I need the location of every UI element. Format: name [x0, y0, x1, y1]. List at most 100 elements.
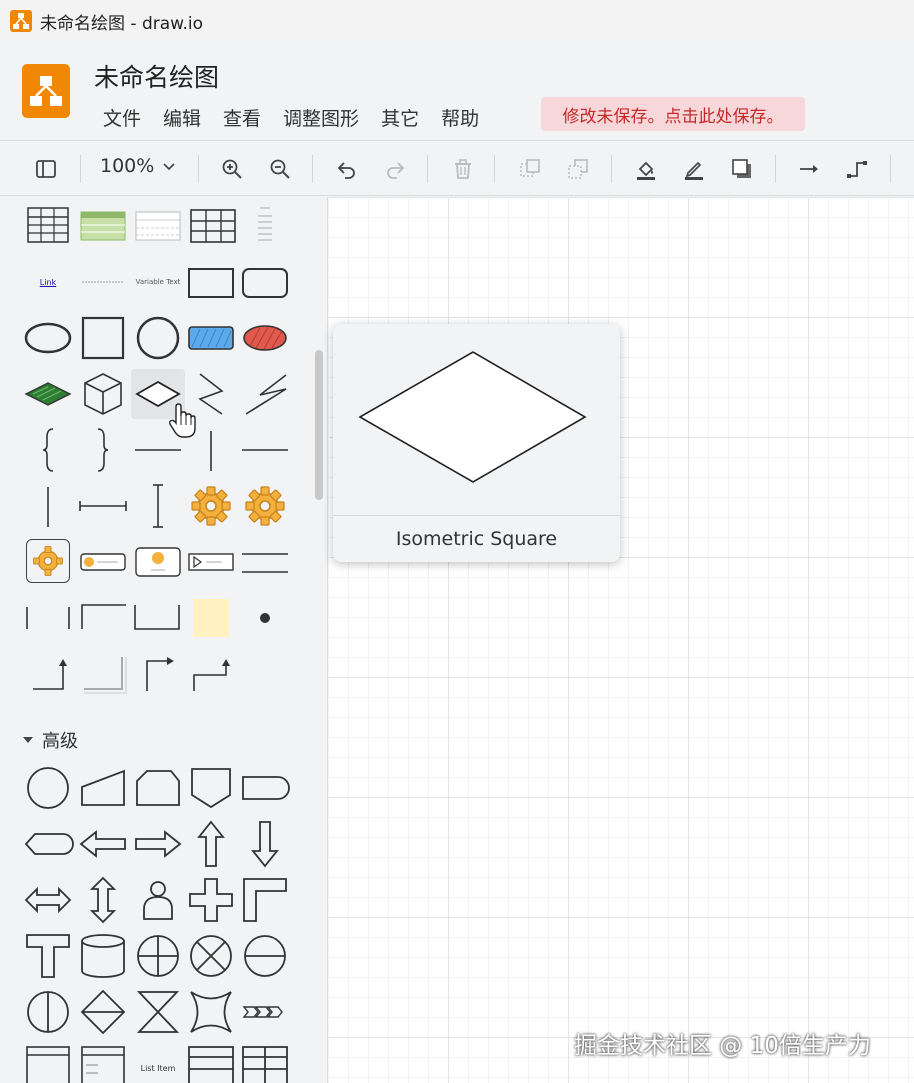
- shape-square[interactable]: [78, 313, 128, 363]
- zoom-dropdown[interactable]: 100%: [100, 155, 176, 177]
- shape-adv-table-columns[interactable]: [240, 1043, 290, 1083]
- shape-list-text[interactable]: [240, 200, 290, 250]
- shape-rectangle[interactable]: [186, 257, 236, 307]
- shape-table[interactable]: [23, 200, 73, 250]
- shape-gear-label[interactable]: [78, 537, 128, 587]
- drawio-app-logo-icon[interactable]: [22, 64, 70, 118]
- shape-point[interactable]: [240, 593, 290, 643]
- link-shape-text: Link: [39, 277, 57, 287]
- format-panel-button[interactable]: [30, 153, 62, 185]
- shape-double-line[interactable]: [240, 537, 290, 587]
- shape-partial-rectangle-top[interactable]: [78, 593, 128, 643]
- shape-sketch-rectangle-blue[interactable]: [186, 313, 236, 363]
- arrow-up-shape-icon: [197, 820, 225, 867]
- shadow-button[interactable]: [726, 153, 758, 185]
- shape-note[interactable]: [186, 593, 236, 643]
- shape-adv-circle-horizontal[interactable]: [240, 931, 290, 981]
- shape-rounded-rectangle[interactable]: [240, 257, 290, 307]
- shape-adv-actor[interactable]: [133, 875, 183, 925]
- shape-adv-arrow-down[interactable]: [240, 819, 290, 869]
- shape-adv-arrow-up[interactable]: [186, 819, 236, 869]
- shape-vertical-line-2[interactable]: [23, 481, 73, 531]
- shape-horizontal-line-2[interactable]: [240, 425, 290, 475]
- shape-right-curly-bracket[interactable]: [78, 425, 128, 475]
- shape-adv-cross[interactable]: [186, 875, 236, 925]
- shape-adv-arrow-vertical[interactable]: [78, 875, 128, 925]
- delete-button[interactable]: [447, 153, 479, 185]
- shape-step-connector[interactable]: [186, 649, 236, 699]
- shape-adv-circle[interactable]: [23, 763, 73, 813]
- shape-small-text[interactable]: [78, 257, 128, 307]
- shape-gear[interactable]: [186, 481, 236, 531]
- menu-view[interactable]: 查看: [212, 100, 272, 135]
- waypoints-button[interactable]: [841, 153, 873, 185]
- zoom-in-button[interactable]: [216, 153, 248, 185]
- shape-adv-list[interactable]: [78, 1043, 128, 1083]
- redo-button[interactable]: [379, 153, 411, 185]
- shape-gear-card[interactable]: [133, 537, 183, 587]
- shape-variable-text[interactable]: Variable Text: [130, 257, 186, 307]
- shape-gear-box[interactable]: [26, 539, 70, 583]
- shape-sketch-ellipse-red[interactable]: [240, 313, 290, 363]
- shape-light-table[interactable]: [133, 200, 183, 250]
- unsaved-changes-notice[interactable]: 修改未保存。点击此处保存。: [541, 97, 805, 131]
- menu-edit[interactable]: 编辑: [152, 100, 212, 135]
- shape-green-table[interactable]: [78, 200, 128, 250]
- shape-adv-arrow-left[interactable]: [78, 819, 128, 869]
- shape-adv-delay[interactable]: [240, 763, 290, 813]
- connection-style-button[interactable]: [793, 153, 825, 185]
- shape-shadow-corner[interactable]: [78, 649, 128, 699]
- sketch-ellipse-red-icon: [243, 325, 287, 351]
- section-advanced-header[interactable]: 高级: [22, 727, 78, 753]
- shape-adv-chevron-chain[interactable]: [240, 987, 290, 1037]
- menu-help[interactable]: 帮助: [430, 100, 490, 135]
- shape-circle[interactable]: [133, 313, 183, 363]
- shape-adv-manual-input[interactable]: [78, 763, 128, 813]
- shape-adv-circle-vertical[interactable]: [23, 987, 73, 1037]
- zoom-out-button[interactable]: [264, 153, 296, 185]
- shape-adv-arrow-horizontal[interactable]: [23, 875, 73, 925]
- shape-green-diamond[interactable]: [23, 369, 73, 419]
- shape-connector-up[interactable]: [23, 649, 73, 699]
- shape-adv-cylinder[interactable]: [78, 931, 128, 981]
- shape-adv-arrow-right[interactable]: [133, 819, 183, 869]
- to-back-button[interactable]: [562, 153, 594, 185]
- document-title[interactable]: 未命名绘图: [94, 58, 219, 94]
- shape-play-label[interactable]: [186, 537, 236, 587]
- zoom-in-icon: [222, 159, 242, 179]
- shape-partial-rectangle-bottom[interactable]: [133, 593, 183, 643]
- shape-isometric-edge[interactable]: [240, 369, 290, 419]
- shape-partial-rectangle-sides[interactable]: [23, 593, 73, 643]
- shape-gear-2[interactable]: [240, 481, 290, 531]
- menu-extras[interactable]: 其它: [370, 100, 430, 135]
- fill-color-button[interactable]: [630, 153, 662, 185]
- shape-adv-collate[interactable]: [133, 987, 183, 1037]
- menu-arrange[interactable]: 调整图形: [272, 100, 370, 135]
- line-color-button[interactable]: [678, 153, 710, 185]
- shape-ellipse[interactable]: [23, 313, 73, 363]
- shape-horizontal-dimension[interactable]: [78, 481, 128, 531]
- shape-adv-corner[interactable]: [240, 875, 290, 925]
- sidebar-scrollbar[interactable]: [315, 350, 323, 500]
- undo-button[interactable]: [331, 153, 363, 185]
- menu-file[interactable]: 文件: [92, 100, 152, 135]
- shape-adv-card[interactable]: [133, 763, 183, 813]
- menu-bar: 文件 编辑 查看 调整图形 其它 帮助: [92, 100, 490, 135]
- shape-adv-list-item[interactable]: List Item: [130, 1043, 186, 1083]
- shape-adv-container[interactable]: [23, 1043, 73, 1083]
- shape-adv-or[interactable]: [186, 931, 236, 981]
- shape-adv-switch[interactable]: [186, 987, 236, 1037]
- shape-adv-sort[interactable]: [78, 987, 128, 1037]
- shape-elbow-connector[interactable]: [133, 649, 183, 699]
- shape-link[interactable]: Link: [23, 257, 73, 307]
- shape-grid-table[interactable]: [188, 200, 238, 250]
- shape-adv-summing-junction[interactable]: [133, 931, 183, 981]
- shape-left-curly-bracket[interactable]: [23, 425, 73, 475]
- shape-adv-tee[interactable]: [23, 931, 73, 981]
- shape-adv-table-rows[interactable]: [186, 1043, 236, 1083]
- shape-adv-hexagon[interactable]: [23, 819, 74, 869]
- to-front-button[interactable]: [514, 153, 546, 185]
- shape-adv-offpage-connector[interactable]: [186, 763, 236, 813]
- shape-cube[interactable]: [78, 369, 128, 419]
- shape-vertical-dimension[interactable]: [133, 481, 183, 531]
